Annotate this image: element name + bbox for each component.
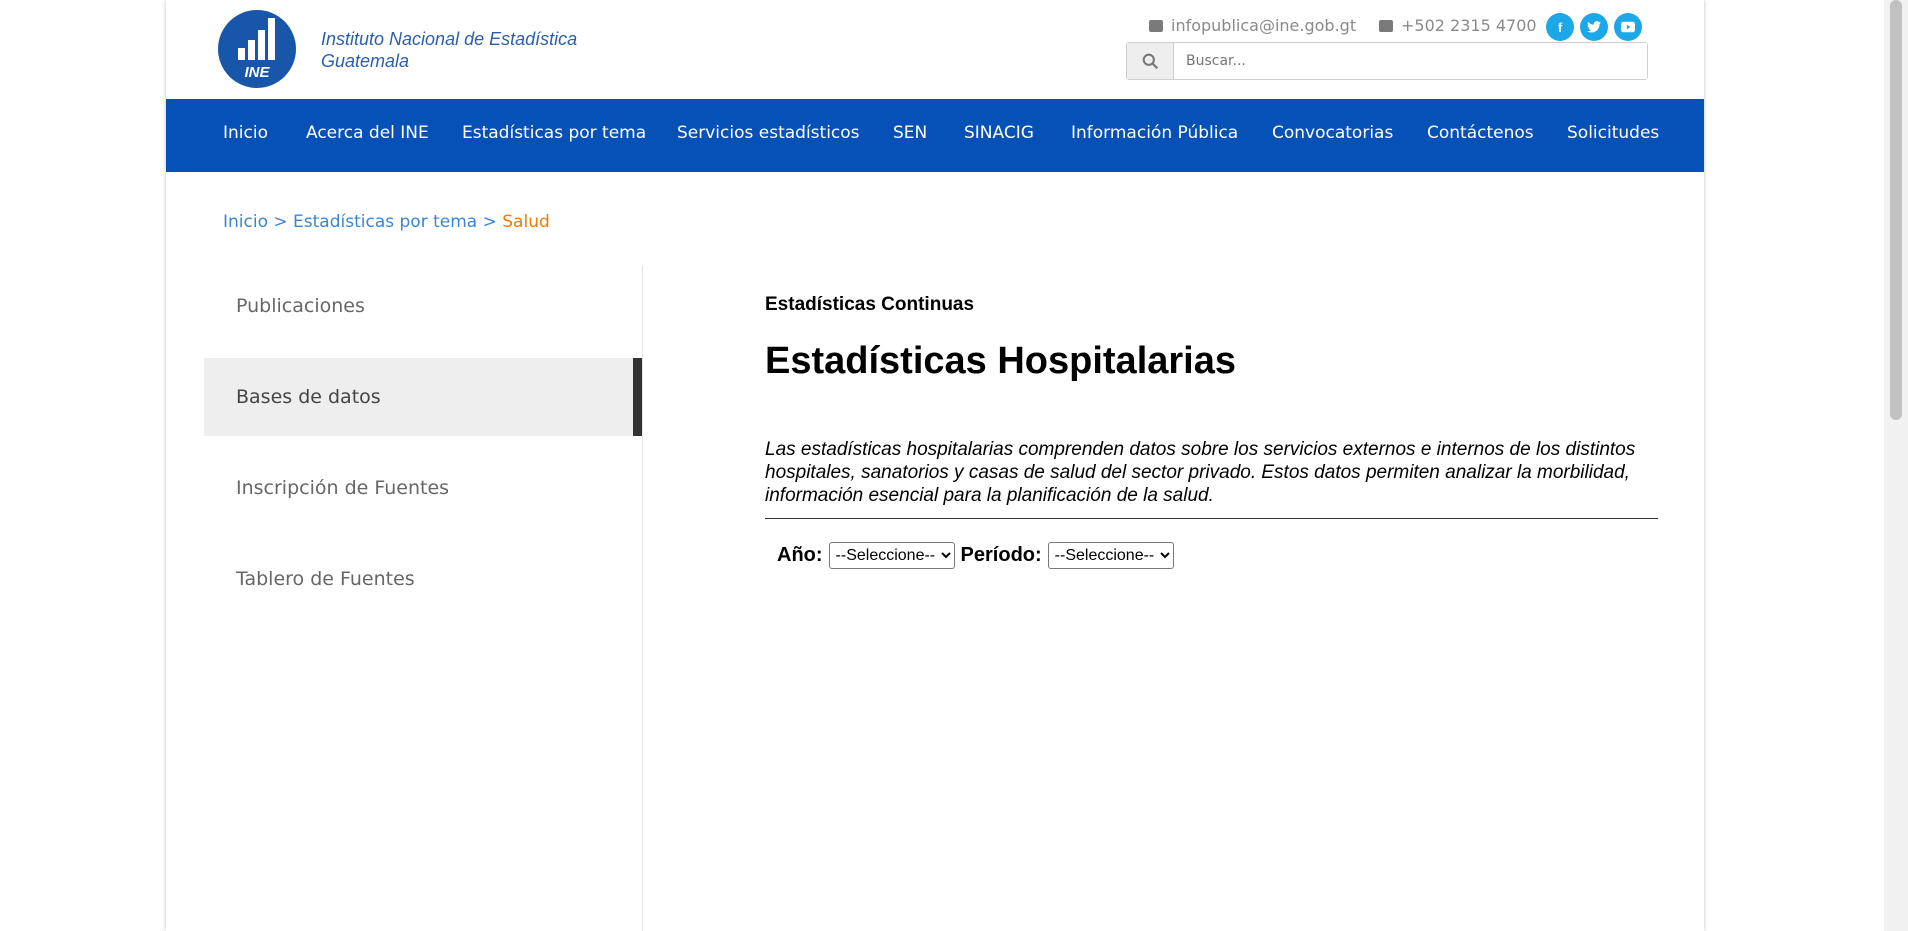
nav-item-inicio[interactable]: Inicio <box>223 123 268 143</box>
breadcrumb: Inicio > Estadísticas por tema > Salud <box>223 212 550 232</box>
period-select[interactable]: --Seleccione-- <box>1047 542 1174 569</box>
breadcrumb-separator: > <box>482 212 497 232</box>
year-label: Año: <box>777 544 823 566</box>
nav-item-servicios[interactable]: Servicios estadísticos <box>677 123 860 143</box>
page-scrollbar[interactable] <box>1884 0 1908 931</box>
year-select[interactable]: --Seleccione-- <box>828 542 955 569</box>
sidebar-item-label: Tablero de Fuentes <box>236 568 415 590</box>
nav-item-sen[interactable]: SEN <box>893 123 927 143</box>
breadcrumb-current: Salud <box>502 212 550 232</box>
nav-item-acerca[interactable]: Acerca del INE <box>306 123 429 143</box>
contact-phone[interactable]: +502 2315 4700 <box>1379 16 1537 35</box>
nav-item-contactenos[interactable]: Contáctenos <box>1427 123 1534 143</box>
twitter-icon[interactable] <box>1580 13 1608 41</box>
email-text: infopublica@ine.gob.gt <box>1171 16 1357 35</box>
sidebar-item-label: Publicaciones <box>236 295 365 317</box>
search-icon <box>1142 53 1158 69</box>
logo-text: INE <box>244 64 270 81</box>
nav-item-informacion[interactable]: Información Pública <box>1071 123 1238 143</box>
logo-bar-icon <box>258 30 265 60</box>
logo-bar-icon <box>248 40 255 60</box>
institution-name[interactable]: Instituto Nacional de Estadística Guatem… <box>321 28 577 72</box>
envelope-icon <box>1149 19 1163 32</box>
ine-logo[interactable]: INE <box>218 10 296 88</box>
section-subtitle: Estadísticas Continuas <box>765 294 975 315</box>
divider <box>765 518 1658 519</box>
nav-item-sinacig[interactable]: SINACIG <box>964 123 1034 143</box>
search-button[interactable] <box>1127 43 1174 79</box>
logo-bar-icon <box>238 48 245 60</box>
period-label: Período: <box>960 544 1042 566</box>
nav-item-estadisticas[interactable]: Estadísticas por tema <box>462 123 646 143</box>
institution-name-line1: Instituto Nacional de Estadística <box>321 29 578 49</box>
sidebar-item-label: Bases de datos <box>236 386 381 408</box>
youtube-icon[interactable] <box>1614 13 1642 41</box>
sidebar-item-inscripcion[interactable]: Inscripción de Fuentes <box>204 449 642 527</box>
logo-bar-icon <box>268 18 275 60</box>
sidebar-item-tablero[interactable]: Tablero de Fuentes <box>204 540 642 618</box>
breadcrumb-section[interactable]: Estadísticas por tema <box>293 212 477 232</box>
page-title: Estadísticas Hospitalarias <box>765 340 1236 382</box>
nav-item-convocatorias[interactable]: Convocatorias <box>1272 123 1393 143</box>
filter-bar: Año: --Seleccione-- Período: --Seleccion… <box>777 542 1174 569</box>
page-container: INE Instituto Nacional de Estadística Gu… <box>166 0 1704 931</box>
breadcrumb-separator: > <box>273 212 288 232</box>
social-links: f <box>1546 13 1642 41</box>
facebook-icon[interactable]: f <box>1546 13 1574 41</box>
phone-text: +502 2315 4700 <box>1401 16 1537 35</box>
sidebar-item-bases-de-datos[interactable]: Bases de datos <box>204 358 642 436</box>
sidebar-divider <box>642 266 643 931</box>
contact-email[interactable]: infopublica@ine.gob.gt <box>1149 16 1356 35</box>
search-box <box>1126 42 1648 80</box>
institution-name-line2: Guatemala <box>321 51 410 71</box>
sidebar-item-publicaciones[interactable]: Publicaciones <box>204 267 642 345</box>
main-nav: Inicio Acerca del INE Estadísticas por t… <box>166 99 1704 172</box>
sidebar-item-label: Inscripción de Fuentes <box>236 477 450 499</box>
search-input[interactable] <box>1174 43 1647 79</box>
scrollbar-thumb[interactable] <box>1890 0 1902 420</box>
phone-icon <box>1379 19 1393 32</box>
breadcrumb-home[interactable]: Inicio <box>223 212 268 232</box>
page-description: Las estadísticas hospitalarias comprende… <box>765 439 1636 506</box>
site-header: INE Instituto Nacional de Estadística Gu… <box>166 0 1704 99</box>
nav-item-solicitudes[interactable]: Solicitudes <box>1567 123 1659 143</box>
